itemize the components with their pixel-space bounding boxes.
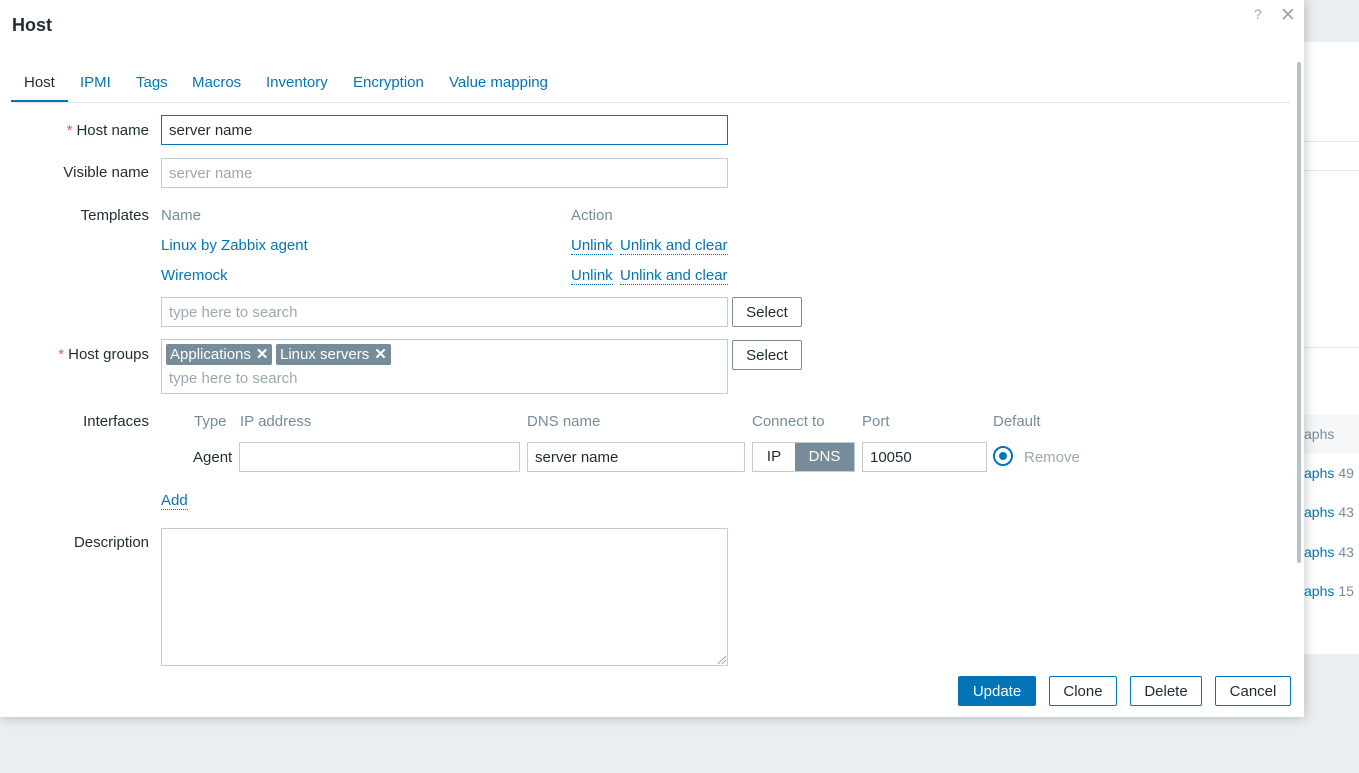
background-row-count: 43 [1338, 504, 1354, 520]
visible-name-input[interactable] [161, 158, 728, 188]
interfaces-label: Interfaces [83, 413, 149, 430]
templates-action-header: Action [571, 207, 613, 224]
connect-dns-option[interactable]: DNS [795, 443, 854, 471]
unlink-and-clear-button[interactable]: Unlink and clear [620, 237, 728, 255]
interface-port-input[interactable] [862, 442, 987, 472]
host-name-input[interactable] [161, 115, 728, 145]
background-column-header: aphs [1304, 415, 1359, 453]
host-groups-search-input[interactable]: type here to search [169, 370, 297, 387]
host-groups-label-text: Host groups [68, 346, 149, 363]
interface-type-header: Type [194, 413, 227, 430]
background-row-count: 15 [1338, 583, 1354, 599]
required-marker: * [58, 346, 65, 363]
background-row: aphs 43 [1304, 544, 1359, 564]
host-group-chip-label: Linux servers [280, 346, 370, 363]
required-marker: * [66, 122, 73, 139]
host-name-label: * Host name [67, 122, 149, 139]
interface-connect-header: Connect to [752, 413, 825, 430]
chip-remove-icon[interactable]: ✕ [256, 346, 269, 363]
host-dialog: Host ? ✕ Host IPMI Tags Macros Inventory… [0, 0, 1304, 717]
tab-value-mapping[interactable]: Value mapping [449, 70, 548, 100]
background-row-link[interactable]: aphs [1304, 465, 1334, 481]
unlink-and-clear-button[interactable]: Unlink and clear [620, 267, 728, 285]
close-icon[interactable]: ✕ [1280, 4, 1296, 27]
cancel-button[interactable]: Cancel [1215, 676, 1291, 706]
tab-macros[interactable]: Macros [192, 70, 241, 100]
background-row-link[interactable]: aphs [1304, 504, 1334, 520]
description-textarea[interactable] [161, 528, 728, 666]
delete-button[interactable]: Delete [1130, 676, 1202, 706]
unlink-button[interactable]: Unlink [571, 237, 613, 255]
resize-handle-icon[interactable] [718, 656, 726, 664]
tab-host[interactable]: Host [11, 70, 68, 102]
host-groups-multiselect[interactable]: Applications ✕ Linux servers ✕ type here t… [161, 339, 728, 394]
visible-name-label: Visible name [63, 164, 149, 181]
add-interface-button[interactable]: Add [161, 492, 188, 510]
interface-default-header: Default [993, 413, 1041, 430]
background-row-count: 43 [1338, 544, 1354, 560]
chip-remove-icon[interactable]: ✕ [374, 346, 387, 363]
remove-interface-button[interactable]: Remove [1024, 449, 1080, 466]
templates-search-input[interactable] [161, 297, 728, 327]
tab-inventory[interactable]: Inventory [266, 70, 328, 100]
background-divider [1304, 347, 1359, 348]
background-row: aphs 15 [1304, 583, 1359, 603]
host-group-chip: Applications ✕ [166, 344, 273, 365]
template-link[interactable]: Linux by Zabbix agent [161, 237, 308, 254]
interface-dns-header: DNS name [527, 413, 601, 430]
connect-ip-option[interactable]: IP [753, 443, 795, 471]
background-header-text: aphs [1304, 426, 1335, 442]
host-group-chip-label: Applications [170, 346, 251, 363]
dialog-scrollbar[interactable] [1297, 62, 1301, 563]
default-interface-radio[interactable] [993, 446, 1013, 466]
template-link[interactable]: Wiremock [161, 267, 228, 284]
background-divider [1304, 141, 1359, 142]
interface-port-header: Port [862, 413, 890, 430]
unlink-button[interactable]: Unlink [571, 267, 613, 285]
interface-ip-input[interactable] [239, 442, 520, 472]
connect-to-toggle: IP DNS [752, 442, 855, 472]
host-groups-select-button[interactable]: Select [732, 340, 802, 370]
host-group-chip: Linux servers ✕ [276, 344, 391, 365]
update-button[interactable]: Update [958, 676, 1036, 706]
background-row: aphs 49 [1304, 465, 1359, 485]
background-row-count: 49 [1338, 465, 1354, 481]
description-label: Description [73, 534, 149, 551]
background-row: aphs 43 [1304, 504, 1359, 524]
templates-name-header: Name [161, 207, 202, 224]
host-groups-label: * Host groups [58, 346, 149, 363]
interface-ip-header: IP address [240, 413, 312, 430]
templates-label: Templates [80, 207, 149, 224]
tab-tags[interactable]: Tags [136, 70, 168, 100]
host-name-label-text: Host name [76, 122, 149, 139]
interface-type: Agent [193, 449, 233, 466]
clone-button[interactable]: Clone [1049, 676, 1117, 706]
help-icon[interactable]: ? [1254, 6, 1262, 22]
templates-select-button[interactable]: Select [732, 297, 802, 327]
background-divider [1304, 170, 1359, 171]
dialog-title: Host [12, 15, 52, 35]
tab-bar: Host IPMI Tags Macros Inventory Encrypti… [11, 70, 1290, 103]
tab-encryption[interactable]: Encryption [353, 70, 424, 100]
tab-ipmi[interactable]: IPMI [80, 70, 111, 100]
background-row-link[interactable]: aphs [1304, 583, 1334, 599]
background-row-link[interactable]: aphs [1304, 544, 1334, 560]
interface-dns-input[interactable] [527, 442, 745, 472]
